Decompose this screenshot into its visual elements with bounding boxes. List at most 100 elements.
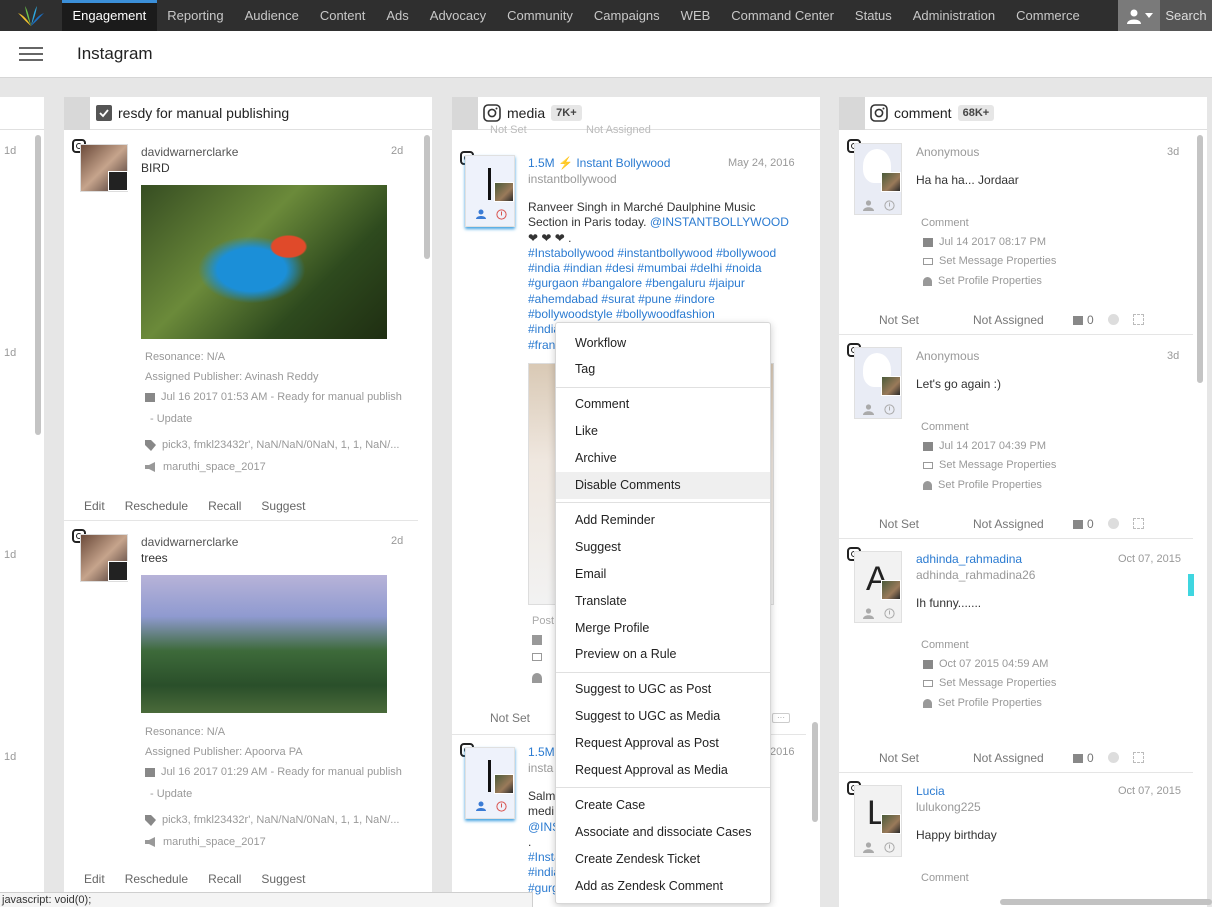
assign-not-assigned[interactable]: Not Assigned <box>973 751 1044 765</box>
set-profile-properties[interactable]: Set Profile Properties <box>923 479 1042 491</box>
comment-author[interactable]: Anonymous <box>916 349 979 363</box>
info-icon[interactable] <box>1108 518 1119 529</box>
post-image[interactable] <box>141 185 387 339</box>
queue-count[interactable]: 0 <box>1073 517 1094 531</box>
menu-item-email[interactable]: Email <box>556 560 770 587</box>
status-not-set[interactable]: Not Set <box>879 751 919 765</box>
menu-item-workflow[interactable]: Workflow <box>556 329 770 356</box>
comment-card[interactable]: A adhinda_rahmadina adhinda_rahmadina26 … <box>839 539 1193 773</box>
alert-icon[interactable] <box>884 200 895 211</box>
user-icon[interactable] <box>863 608 874 619</box>
horizontal-scrollbar[interactable] <box>1000 899 1212 905</box>
queue-count[interactable]: 0 <box>1073 313 1094 327</box>
assign-not-assigned[interactable]: Not Assigned <box>586 124 651 136</box>
menu-item-comment[interactable]: Comment <box>556 391 770 418</box>
menu-item-preview-on-a-rule[interactable]: Preview on a Rule <box>556 641 770 668</box>
suggest-button[interactable]: Suggest <box>261 872 305 886</box>
hashtag-line[interactable]: #india #indian #desi #mumbai #delhi #noi… <box>528 261 798 276</box>
set-message-properties[interactable]: Set Message Properties <box>923 459 1056 471</box>
set-profile-properties[interactable]: Set Profile Properties <box>923 275 1042 287</box>
comment-handle[interactable]: lulukong225 <box>916 800 981 814</box>
user-icon[interactable] <box>863 404 874 415</box>
menu-item-suggest-to-ugc-as-media[interactable]: Suggest to UGC as Media <box>556 703 770 730</box>
set-message-properties[interactable]: Set Message Properties <box>923 677 1056 689</box>
reschedule-button[interactable]: Reschedule <box>125 499 188 513</box>
column-scrollbar[interactable] <box>35 135 41 435</box>
alert-icon[interactable] <box>496 209 507 220</box>
drag-handle[interactable] <box>64 97 90 130</box>
assign-not-assigned[interactable]: Not Assigned <box>973 313 1044 327</box>
menu-item-like[interactable]: Like <box>556 418 770 445</box>
suggest-button[interactable]: Suggest <box>261 499 305 513</box>
status-not-set[interactable]: Not Set <box>490 124 527 136</box>
hamburger-menu-icon[interactable] <box>19 47 43 61</box>
profile-handle[interactable]: insta <box>528 761 553 775</box>
comment-handle[interactable]: adhinda_rahmadina26 <box>916 568 1035 582</box>
post-card[interactable]: davidwarnerclarke 2d BIRD Resonance: N/A… <box>64 131 418 521</box>
nav-web[interactable]: WEB <box>670 0 721 31</box>
hashtag-line[interactable]: #gurgaon #bangalore #bengaluru #jaipur <box>528 276 798 291</box>
nav-command-center[interactable]: Command Center <box>721 0 845 31</box>
nav-reporting[interactable]: Reporting <box>157 0 234 31</box>
post-author[interactable]: davidwarnerclarke <box>141 535 238 549</box>
user-icon[interactable] <box>476 801 486 811</box>
profile-handle[interactable]: instantbollywood <box>528 172 617 186</box>
alert-icon[interactable] <box>496 801 507 812</box>
status-not-set[interactable]: Not Set <box>879 517 919 531</box>
mention-link[interactable]: @INSTANTBOLLYWOOD <box>650 215 789 229</box>
nav-audience[interactable]: Audience <box>234 0 309 31</box>
assign-icon[interactable] <box>1133 752 1144 763</box>
menu-item-translate[interactable]: Translate <box>556 587 770 614</box>
edit-button[interactable]: Edit <box>84 499 105 513</box>
menu-item-request-approval-as-post[interactable]: Request Approval as Post <box>556 730 770 757</box>
nav-campaigns[interactable]: Campaigns <box>583 0 670 31</box>
status-not-set[interactable]: Not Set <box>879 313 919 327</box>
menu-item-create-zendesk-ticket[interactable]: Create Zendesk Ticket <box>556 845 770 872</box>
column-scrollbar[interactable] <box>424 135 430 259</box>
menu-item-add-reminder[interactable]: Add Reminder <box>556 506 770 533</box>
set-message-properties[interactable]: Set Message Properties <box>923 255 1056 267</box>
nav-ads[interactable]: Ads <box>376 0 419 31</box>
menu-item-associate-and-dissociate-cases[interactable]: Associate and dissociate Cases <box>556 818 770 845</box>
nav-status[interactable]: Status <box>844 0 902 31</box>
assign-not-assigned[interactable]: Not Assigned <box>973 517 1044 531</box>
user-menu-button[interactable] <box>1118 0 1160 31</box>
assign-icon[interactable] <box>1133 518 1144 529</box>
nav-engagement[interactable]: Engagement <box>62 0 157 31</box>
drag-handle[interactable] <box>452 97 478 130</box>
comment-card[interactable]: Anonymous 3d Let's go again :) Comment J… <box>839 335 1193 539</box>
reschedule-button[interactable]: Reschedule <box>125 872 188 886</box>
search-button[interactable]: Search <box>1160 0 1212 31</box>
status-not-set[interactable]: Not Set <box>490 711 530 725</box>
comment-card[interactable]: Anonymous 3d Ha ha ha... Jordaar Comment… <box>839 131 1193 335</box>
comment-author[interactable]: adhinda_rahmadina <box>916 552 1022 566</box>
update-link[interactable]: - Update <box>150 788 192 800</box>
hashtag-line[interactable]: #Instabollywood #instantbollywood #bolly… <box>528 246 798 261</box>
info-icon[interactable] <box>1108 752 1119 763</box>
menu-item-suggest[interactable]: Suggest <box>556 533 770 560</box>
comment-author[interactable]: Lucia <box>916 784 945 798</box>
nav-content[interactable]: Content <box>309 0 376 31</box>
drag-handle[interactable] <box>839 97 865 130</box>
recall-button[interactable]: Recall <box>208 872 241 886</box>
more-options-icon[interactable]: ··· <box>772 713 790 723</box>
comment-author[interactable]: Anonymous <box>916 145 979 159</box>
nav-administration[interactable]: Administration <box>902 0 1005 31</box>
nav-advocacy[interactable]: Advocacy <box>419 0 496 31</box>
hashtag-line[interactable]: #ahemdabad #surat #pune #indore <box>528 292 798 307</box>
user-icon[interactable] <box>476 209 486 219</box>
nav-community[interactable]: Community <box>497 0 584 31</box>
comment-card[interactable]: L Lucia lulukong225 Oct 07, 2015 Happy b… <box>839 773 1193 907</box>
post-image[interactable] <box>141 575 387 713</box>
profile-name[interactable]: Instant Bollywood <box>576 156 670 170</box>
info-icon[interactable] <box>1108 314 1119 325</box>
menu-item-merge-profile[interactable]: Merge Profile <box>556 614 770 641</box>
app-logo-icon[interactable] <box>0 0 62 31</box>
column-scrollbar[interactable] <box>812 722 818 822</box>
menu-item-create-case[interactable]: Create Case <box>556 791 770 818</box>
post-card[interactable]: davidwarnerclarke 2d trees Resonance: N/… <box>64 521 418 907</box>
alert-icon[interactable] <box>884 842 895 853</box>
assign-icon[interactable] <box>1133 314 1144 325</box>
menu-item-request-approval-as-media[interactable]: Request Approval as Media <box>556 757 770 784</box>
menu-item-disable-comments[interactable]: Disable Comments <box>556 471 770 499</box>
